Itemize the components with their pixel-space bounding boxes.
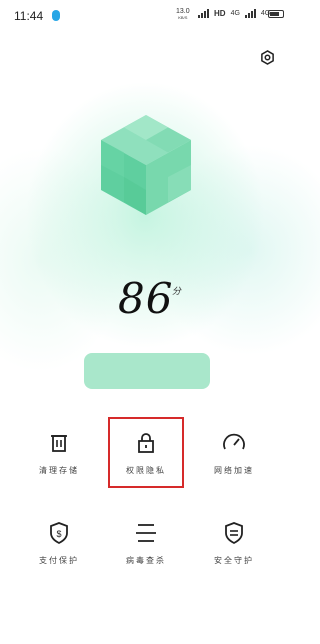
security-cube-illustration xyxy=(101,115,191,215)
payment-protection-label: 支付保护 xyxy=(39,556,79,565)
settings-button[interactable] xyxy=(257,47,277,67)
shield-list-icon xyxy=(225,522,243,545)
optimize-button[interactable] xyxy=(84,353,210,389)
gear-icon xyxy=(260,49,274,65)
trash-icon xyxy=(51,435,67,452)
status-icons: HD 4G 4G xyxy=(198,9,270,18)
virus-scan-label: 病毒查杀 xyxy=(126,556,166,565)
clean-storage-label: 清理存储 xyxy=(39,466,79,475)
security-guard-item[interactable]: 安全守护 xyxy=(185,520,283,590)
speedometer-icon xyxy=(223,433,245,450)
signal1-label: 4G xyxy=(230,10,240,17)
notification-icon xyxy=(52,10,60,21)
network-speed: 13.0 KB/S xyxy=(176,8,190,20)
network-speed-value: 13.0 xyxy=(176,8,190,15)
security-guard-label: 安全守护 xyxy=(214,556,254,565)
network-speed-unit: KB/S xyxy=(178,15,188,20)
score-unit: 分 xyxy=(172,287,182,297)
network-speed-item[interactable]: 网络加速 xyxy=(185,430,283,500)
shield-dollar-icon: $ xyxy=(50,522,68,545)
payment-protection-item[interactable]: $ 支付保护 xyxy=(10,520,108,590)
virus-scan-item[interactable]: 病毒查杀 xyxy=(97,520,195,590)
security-score: 86 xyxy=(118,274,174,323)
status-time: 11:44 xyxy=(14,9,44,23)
highlight-box xyxy=(108,417,184,488)
signal1-bars-icon xyxy=(244,9,256,18)
status-bar: 11:44 13.0 KB/S HD 4G 4G xyxy=(0,0,294,30)
battery-icon xyxy=(268,10,284,18)
svg-text:$: $ xyxy=(56,529,61,539)
clean-storage-item[interactable]: 清理存储 xyxy=(10,430,108,500)
network-speed-label: 网络加速 xyxy=(214,466,254,475)
signal-bars-icon xyxy=(198,9,209,18)
scan-icon xyxy=(136,524,156,542)
hd-label: HD xyxy=(214,9,226,18)
